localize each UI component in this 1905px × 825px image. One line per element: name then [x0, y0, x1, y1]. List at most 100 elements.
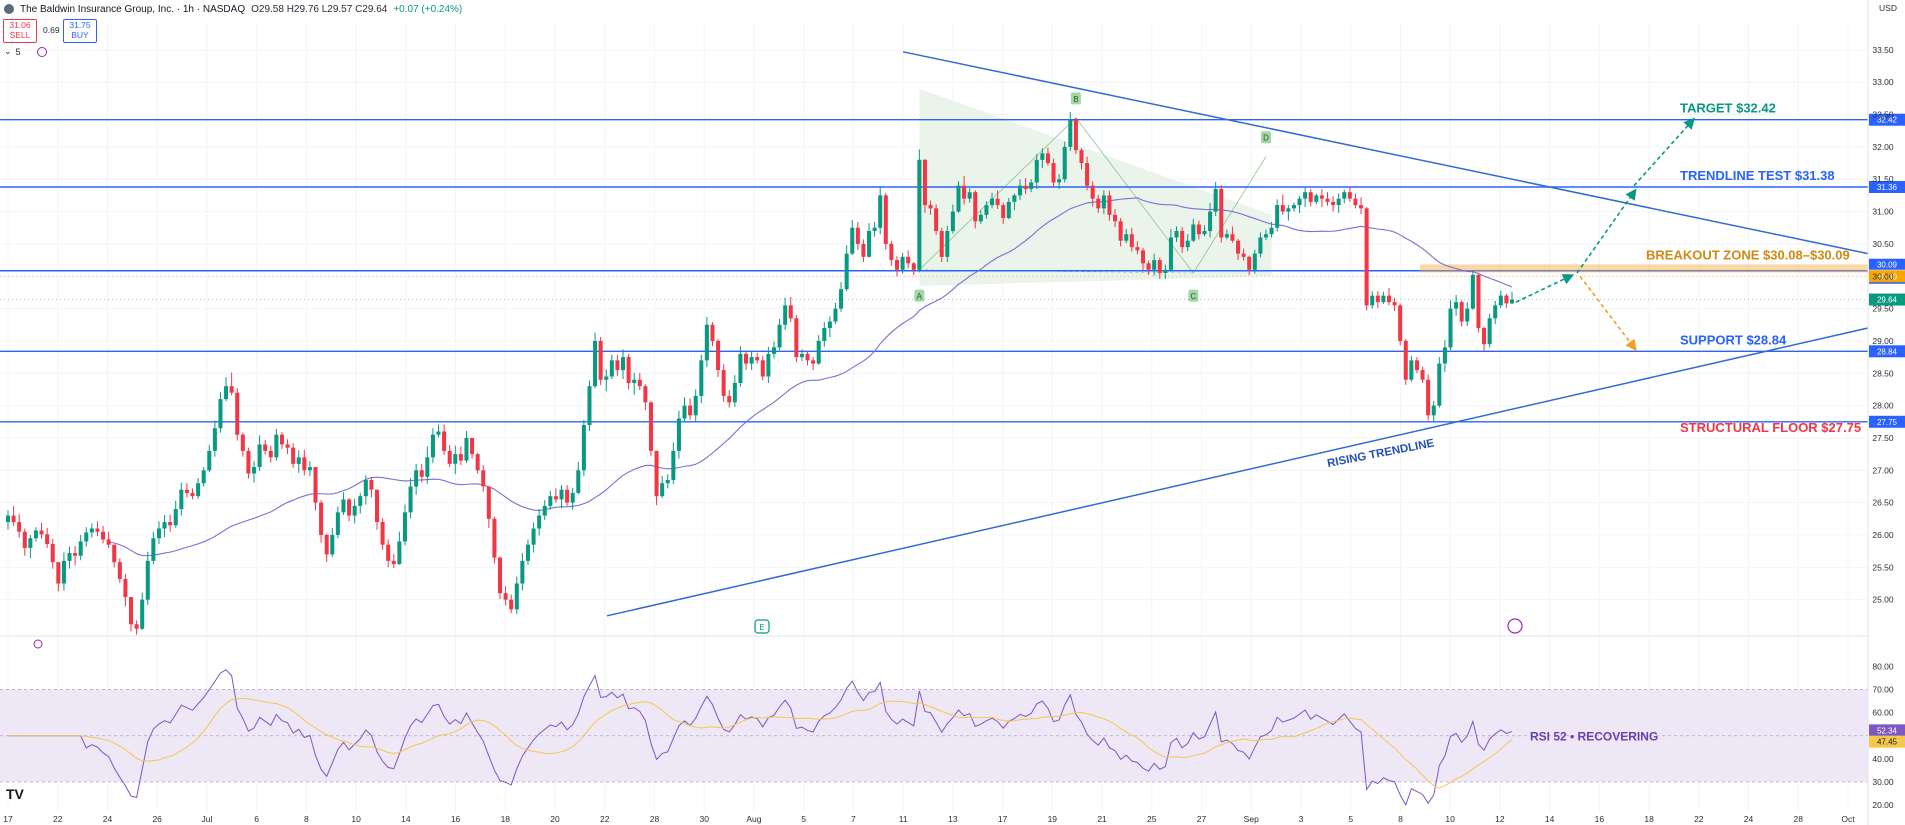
- candle-body: [1319, 195, 1324, 199]
- candle-body: [28, 538, 33, 548]
- candle-body: [537, 515, 542, 529]
- candle-body: [1359, 205, 1364, 209]
- candle-body: [1448, 308, 1453, 348]
- candle-body: [1347, 192, 1352, 199]
- breakout-price-tag-text: 30.09: [1877, 260, 1898, 269]
- candle-body: [1096, 198, 1101, 209]
- candle-body: [1230, 234, 1235, 241]
- candle-body: [1482, 328, 1487, 345]
- candle-body: [84, 532, 89, 542]
- candle-body: [721, 370, 726, 396]
- candle-body: [1331, 201, 1336, 206]
- buy-button[interactable]: 31.75 BUY: [63, 19, 97, 43]
- company-logo-icon: [4, 4, 14, 14]
- candle-body: [1113, 214, 1118, 222]
- candle-body: [783, 305, 788, 325]
- price-tick-label: 29.50: [1872, 304, 1894, 314]
- pivot-label: A: [917, 292, 923, 301]
- candle-body: [1275, 205, 1280, 228]
- candle-body: [1174, 230, 1179, 238]
- time-tick-label: 8: [304, 814, 309, 824]
- indicator-settings-icon[interactable]: [36, 46, 47, 57]
- buy-price: 31.75: [69, 20, 91, 30]
- candle-body: [716, 340, 721, 371]
- candle-body: [799, 353, 804, 358]
- sell-button[interactable]: 31.06 SELL: [3, 19, 37, 43]
- buy-label: BUY: [71, 30, 89, 40]
- candle-body: [257, 444, 262, 468]
- candle-body: [1202, 230, 1207, 235]
- time-tick-label: 20: [550, 814, 560, 824]
- time-tick-label: 13: [948, 814, 958, 824]
- dividend-event-icon: [1507, 618, 1523, 634]
- price-tick-label: 26.00: [1872, 530, 1894, 540]
- candle-body: [436, 431, 441, 435]
- candle-body: [1107, 195, 1112, 215]
- symbol-title[interactable]: The Baldwin Insurance Group, Inc. · 1h ·…: [20, 4, 245, 15]
- indicators-toggle[interactable]: ⌄ 5: [4, 46, 47, 57]
- level-price-tag-text: 27.75: [1877, 418, 1898, 427]
- candle-body: [967, 192, 972, 199]
- candle-body: [279, 434, 284, 445]
- candle: [1403, 338, 1408, 385]
- candle-body: [285, 444, 290, 448]
- rsi-tick-label: 80.00: [1872, 661, 1894, 671]
- candle-body: [648, 402, 653, 451]
- candle-body: [402, 512, 407, 542]
- candle-body: [917, 159, 922, 270]
- price-tick-label: 26.50: [1872, 498, 1894, 508]
- indicator-count: 5: [15, 46, 21, 57]
- candle-body: [1213, 188, 1218, 212]
- candle-body: [1247, 256, 1252, 270]
- candle: [1219, 185, 1224, 243]
- candle-body: [391, 560, 396, 565]
- candle-body: [878, 195, 883, 228]
- candle-body: [319, 502, 324, 535]
- candle-body: [1118, 221, 1123, 241]
- candle-body: [1191, 224, 1196, 241]
- candle-body: [1470, 274, 1475, 309]
- candle-body: [1185, 240, 1190, 248]
- candle-body: [56, 562, 61, 584]
- price-chart[interactable]: ABCD 32.4231.3628.8427.7530.0930.0830.00…: [0, 0, 1905, 825]
- candle-body: [61, 560, 66, 584]
- time-tick-label: Jul: [201, 814, 212, 824]
- price-tick-label: 29.00: [1872, 336, 1894, 346]
- candle-body: [1398, 305, 1403, 341]
- candle-body: [1101, 195, 1106, 209]
- candle-body: [330, 534, 335, 555]
- candle-body: [867, 230, 872, 257]
- candle-body: [1286, 208, 1291, 212]
- candle-body: [498, 557, 503, 594]
- candle-body: [771, 347, 776, 354]
- candle-body: [738, 353, 743, 383]
- candle: [598, 337, 603, 385]
- candle-body: [1269, 227, 1274, 235]
- candle-body: [101, 531, 106, 540]
- candle-body: [755, 357, 760, 361]
- spread-value: 0.69: [43, 25, 60, 35]
- candle-body: [156, 528, 161, 539]
- candle-body: [352, 505, 357, 516]
- candle-body: [1476, 274, 1481, 328]
- candle-body: [794, 318, 799, 358]
- candle: [922, 159, 927, 213]
- candle-body: [744, 353, 749, 364]
- level-annotation: TRENDLINE TEST $31.38: [1680, 168, 1835, 183]
- candle-body: [50, 544, 55, 563]
- candle-body: [906, 256, 911, 264]
- time-tick-label: 14: [401, 814, 411, 824]
- candle-body: [671, 450, 676, 480]
- symbol-header[interactable]: The Baldwin Insurance Group, Inc. · 1h ·…: [4, 2, 462, 16]
- candle-body: [978, 214, 983, 222]
- candle-body: [274, 434, 279, 458]
- time-tick-label: 17: [3, 814, 13, 824]
- candle-body: [839, 289, 844, 309]
- candle-body: [682, 405, 687, 419]
- currency-label[interactable]: USD: [1879, 3, 1897, 13]
- sell-label: SELL: [9, 30, 31, 40]
- candle-body: [732, 382, 737, 403]
- candle-body: [570, 492, 575, 503]
- tradingview-logo-icon[interactable]: TV: [6, 786, 24, 802]
- candle-body: [939, 230, 944, 257]
